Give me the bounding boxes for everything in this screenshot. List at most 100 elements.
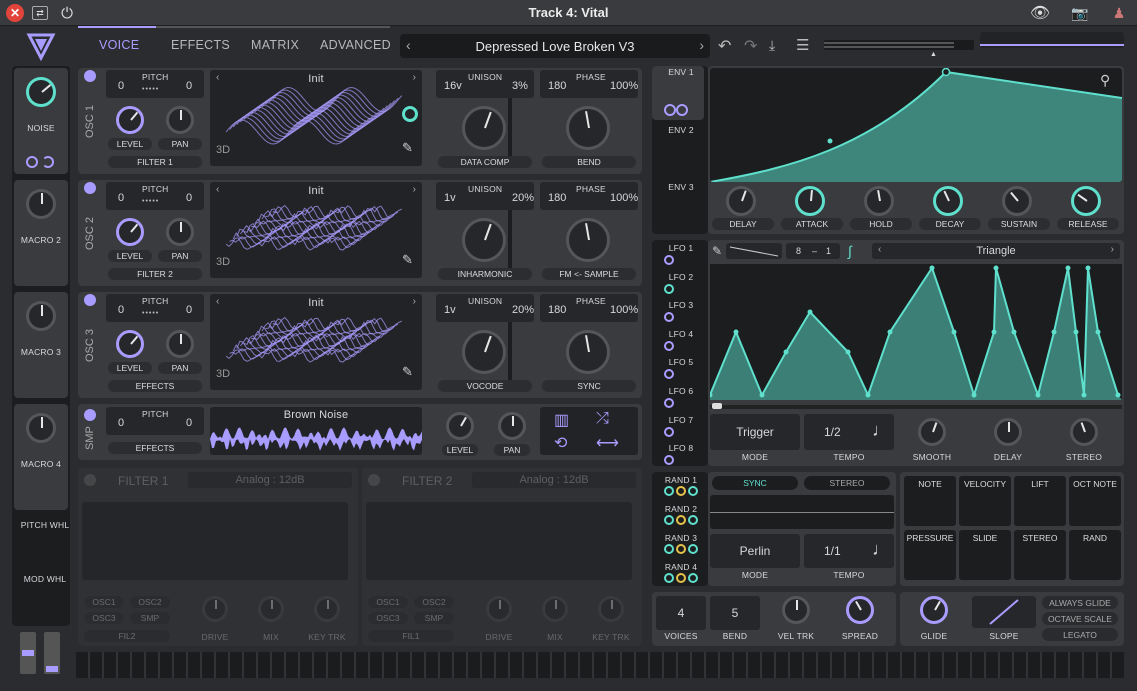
filter-response-graph[interactable] xyxy=(366,502,632,580)
filter-mix-knob[interactable] xyxy=(542,596,568,622)
random-sync-button[interactable]: SYNC xyxy=(712,476,798,490)
osc-2-wavetable[interactable]: Init ‹ › 3D ✎ xyxy=(210,182,422,278)
spread-knob[interactable] xyxy=(846,596,874,624)
unison-detune[interactable]: 3% xyxy=(512,80,528,92)
lfo-tab-1[interactable]: LFO 1 xyxy=(652,243,710,253)
osc-3-phase[interactable]: PHASE 180 100% xyxy=(540,294,638,322)
camera-icon[interactable]: 📷 xyxy=(1071,4,1089,22)
lfo-tab-2[interactable]: LFO 2 xyxy=(652,272,710,282)
note-icon[interactable]: ♩ xyxy=(872,539,890,560)
random-tab-4[interactable]: RAND 4 xyxy=(652,562,710,572)
macro-4-knob[interactable] xyxy=(26,413,56,443)
unison-detune[interactable]: 20% xyxy=(512,304,534,316)
tab-effects[interactable]: EFFECTS xyxy=(171,38,230,52)
osc-2-enable-toggle[interactable] xyxy=(84,182,96,194)
random-style-selector[interactable]: Perlin xyxy=(710,534,800,568)
osc-2-pitch[interactable]: PITCH 0 0 ••••• xyxy=(106,182,204,210)
env-attack-knob[interactable] xyxy=(795,186,825,216)
note-icon[interactable]: ♩ xyxy=(872,420,890,441)
unison-detune[interactable]: 20% xyxy=(512,192,534,204)
macro-3-knob[interactable] xyxy=(26,301,56,331)
pitch-cents[interactable]: 0 xyxy=(186,304,192,316)
random-phase-icon[interactable]: ⤮ xyxy=(596,410,609,428)
envelope-graph[interactable] xyxy=(710,68,1122,182)
filter-1-enable-toggle[interactable] xyxy=(84,474,96,486)
phase-random[interactable]: 100% xyxy=(610,192,638,204)
warp-2-selector[interactable]: BEND xyxy=(542,156,636,168)
osc-3-level-knob[interactable] xyxy=(116,330,144,358)
filter-response-graph[interactable] xyxy=(82,502,348,580)
osc-2-warp-knob-2[interactable] xyxy=(566,218,610,262)
smp-pitch[interactable]: PITCH 0 0 xyxy=(106,407,204,435)
mod-source-velocity[interactable]: VELOCITY xyxy=(959,476,1011,526)
osc-2-pan-knob[interactable] xyxy=(166,218,194,246)
keytrack-icon[interactable]: ▥ xyxy=(554,410,569,430)
save-icon[interactable]: ⤓ xyxy=(769,37,775,54)
lfo-grid-x[interactable]: 8 xyxy=(796,246,801,256)
osc-3-wavetable[interactable]: Init ‹ › 3D ✎ xyxy=(210,294,422,390)
wavetable-prev-icon[interactable]: ‹ xyxy=(216,72,219,83)
mod-source-icon[interactable] xyxy=(676,104,688,116)
macro-2-label[interactable]: MACRO 2 xyxy=(14,235,68,245)
lfo-preset-selector[interactable]: ‹ Triangle › xyxy=(872,243,1120,259)
pitch-cents[interactable]: 0 xyxy=(186,192,192,204)
osc-1-pan-knob[interactable] xyxy=(166,106,194,134)
osc-3-warp-knob-2[interactable] xyxy=(566,330,610,374)
mod-source-icon[interactable] xyxy=(664,515,674,525)
lfo-tab-8[interactable]: LFO 8 xyxy=(652,443,710,453)
osc-1-pitch[interactable]: PITCH 0 0 ••••• xyxy=(106,70,204,98)
tab-voice[interactable]: VOICE xyxy=(99,38,139,52)
tab-advanced[interactable]: ADVANCED xyxy=(320,38,391,52)
filter-mix-knob[interactable] xyxy=(258,596,284,622)
lfo-mode-selector[interactable]: Trigger xyxy=(710,414,800,450)
pitch-semitone[interactable]: 0 xyxy=(118,192,124,204)
mod-source-icon[interactable] xyxy=(664,486,674,496)
lfo-tab-3[interactable]: LFO 3 xyxy=(652,300,710,310)
filter-type-selector[interactable]: Analog : 12dB xyxy=(188,472,352,488)
mod-wheel[interactable] xyxy=(44,632,60,674)
mod-source-icon[interactable] xyxy=(664,398,674,408)
voices-selector[interactable]: 4 xyxy=(656,596,706,630)
osc-2-warp-knob-1[interactable] xyxy=(462,218,506,262)
filter-2-enable-toggle[interactable] xyxy=(368,474,380,486)
loop-icon[interactable]: ⟲ xyxy=(554,433,567,453)
mod-source-stereo[interactable]: STEREO xyxy=(1014,530,1066,580)
osc-3-warp-knob-1[interactable] xyxy=(462,330,506,374)
slope-display[interactable] xyxy=(972,596,1036,628)
filter-route-toggle[interactable]: FIL2 xyxy=(84,630,170,642)
mod-source-icon[interactable] xyxy=(676,544,686,554)
random-tab-3[interactable]: RAND 3 xyxy=(652,533,710,543)
preset-prev-icon[interactable]: ‹ xyxy=(406,37,411,53)
mod-source-icon[interactable] xyxy=(688,544,698,554)
osc-2-destination[interactable]: FILTER 2 xyxy=(108,268,202,280)
osc-1-wavetable[interactable]: Init ‹ › 3D ✎ xyxy=(210,70,422,166)
mod-source-icon[interactable] xyxy=(42,156,54,168)
mod-source-icon[interactable] xyxy=(676,486,686,496)
redo-icon[interactable]: ↷ xyxy=(744,36,757,56)
random-tab-1[interactable]: RAND 1 xyxy=(652,475,710,485)
menu-icon[interactable]: ☰ xyxy=(796,36,809,54)
smp-pitch-cents[interactable]: 0 xyxy=(186,417,192,429)
mod-source-icon[interactable] xyxy=(676,515,686,525)
wavetable-prev-icon[interactable]: ‹ xyxy=(216,184,219,195)
filter-type-selector[interactable]: Analog : 12dB xyxy=(472,472,636,488)
filter-input-toggle[interactable]: SMP xyxy=(130,612,170,624)
pitch-wheel[interactable] xyxy=(20,632,36,674)
lfo-tab-6[interactable]: LFO 6 xyxy=(652,386,710,396)
osc-3-pitch[interactable]: PITCH 0 0 ••••• xyxy=(106,294,204,322)
mod-source-icon[interactable] xyxy=(664,426,674,437)
mod-source-lift[interactable]: LIFT xyxy=(1014,476,1066,526)
smooth-curve-icon[interactable]: ∫ xyxy=(848,243,852,259)
random-tempo-selector[interactable]: 1/1 ♩ xyxy=(804,534,894,568)
filter-input-toggle[interactable]: OSC1 xyxy=(84,596,124,608)
lfo-tab-5[interactable]: LFO 5 xyxy=(652,357,710,367)
wavetable-next-icon[interactable]: › xyxy=(413,184,416,195)
lfo-delay-knob[interactable] xyxy=(994,418,1022,446)
lfo-grid-y[interactable]: 1 xyxy=(826,246,831,256)
preset-selector[interactable]: ‹ Depressed Love Broken V3 › xyxy=(400,34,710,58)
osc-1-phase[interactable]: PHASE 180 100% xyxy=(540,70,638,98)
pitch-cents[interactable]: 0 xyxy=(186,80,192,92)
mod-source-rand[interactable]: RAND xyxy=(1069,530,1121,580)
osc-1-enable-toggle[interactable] xyxy=(84,70,96,82)
lfo-tab-4[interactable]: LFO 4 xyxy=(652,329,710,339)
